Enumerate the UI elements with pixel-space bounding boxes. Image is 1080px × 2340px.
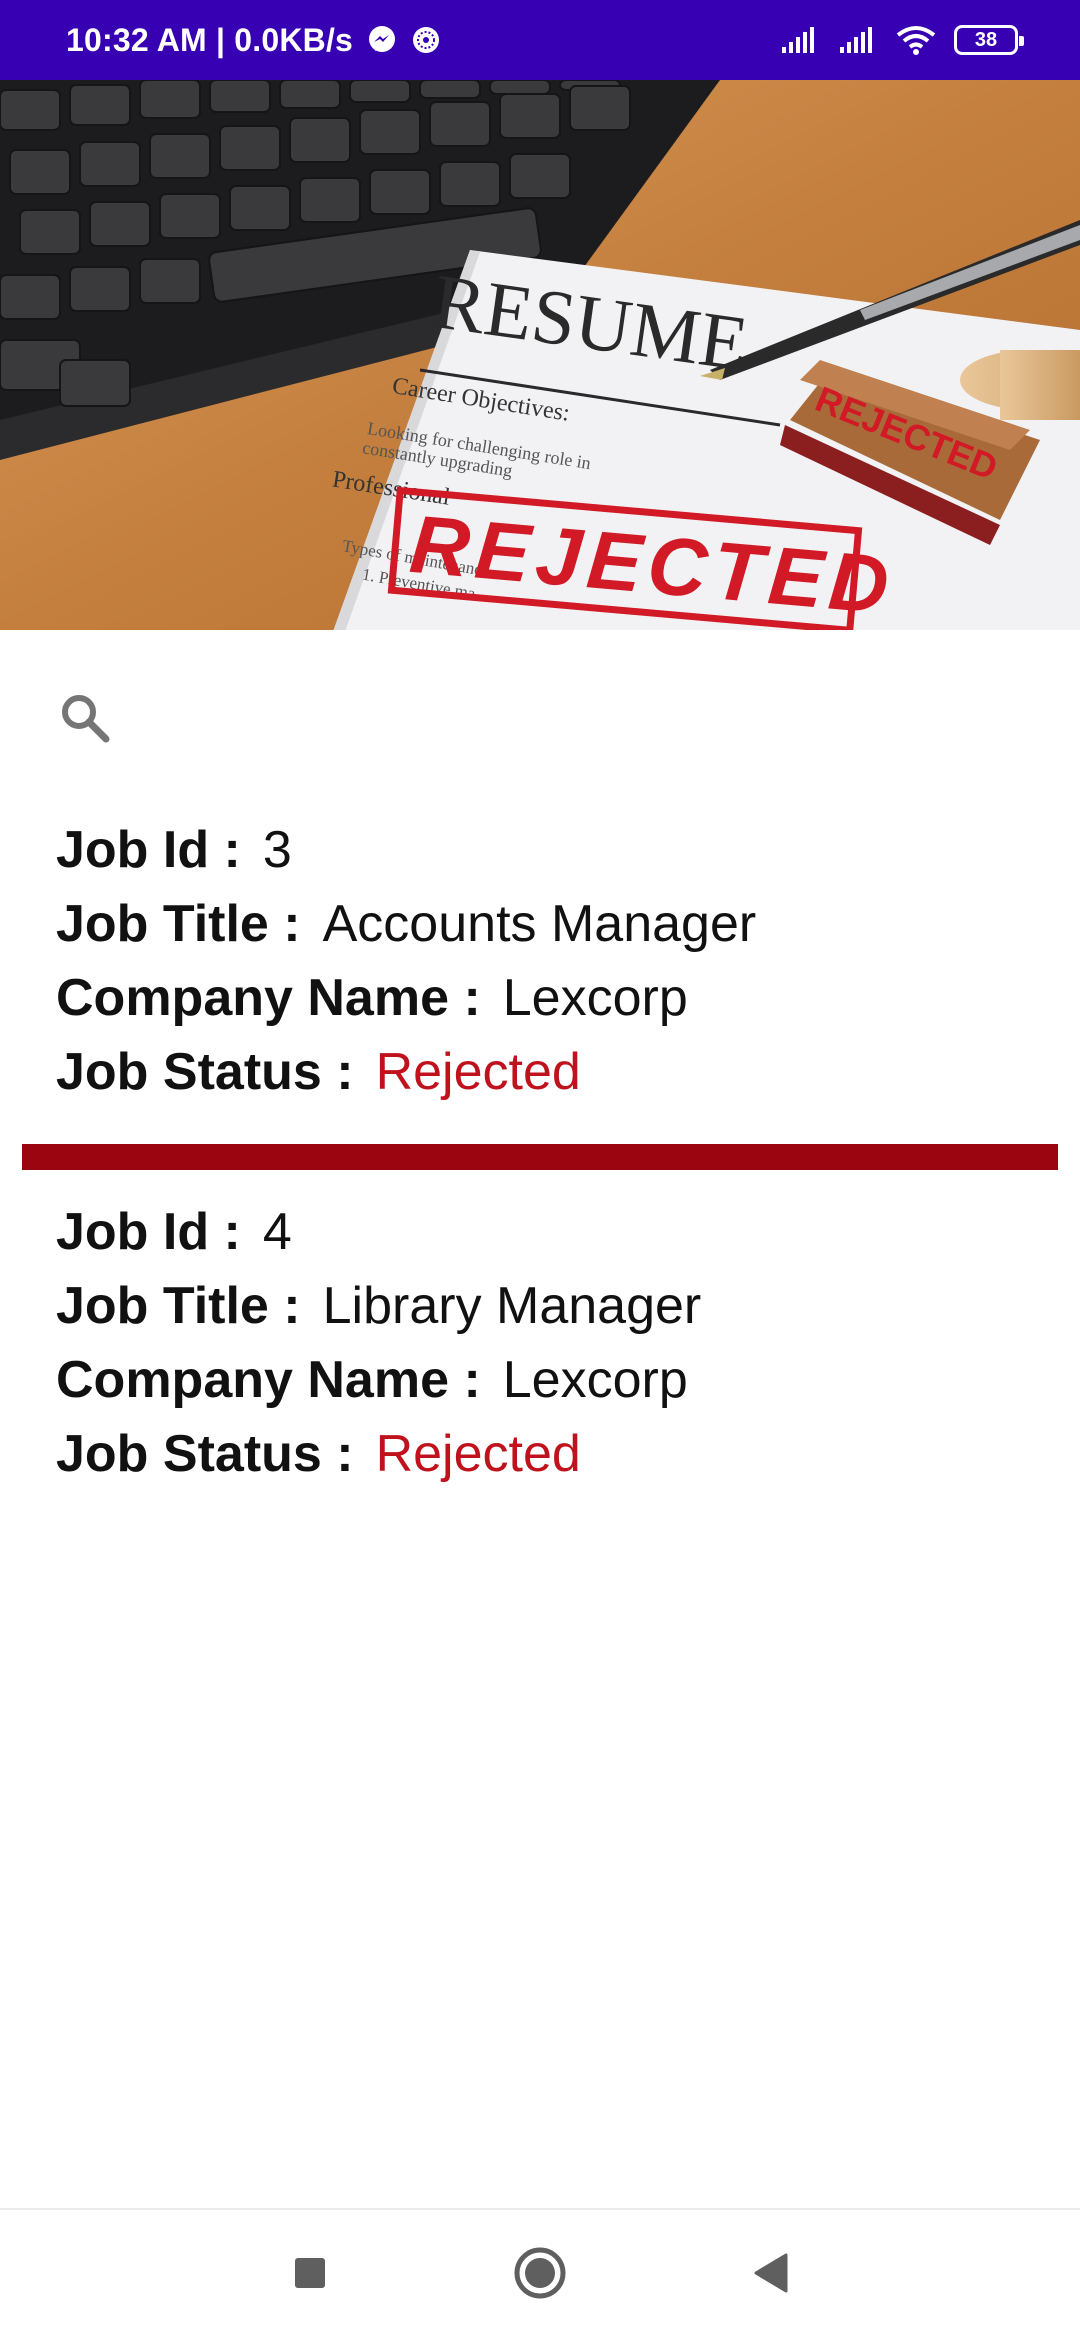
job-card[interactable]: Job Id : 3 Job Title : Accounts Manager … bbox=[22, 820, 1058, 1116]
recents-square-icon bbox=[292, 2255, 328, 2296]
job-id-value: 4 bbox=[262, 1203, 292, 1261]
battery-icon: 38 bbox=[954, 25, 1024, 55]
signal-icon bbox=[780, 25, 820, 55]
job-list: Job Id : 3 Job Title : Accounts Manager … bbox=[22, 820, 1058, 1498]
job-title-value: Library Manager bbox=[322, 1277, 702, 1335]
job-status-row: Job Status : Rejected bbox=[56, 1424, 1058, 1498]
status-time-speed: 10:32 AM | 0.0KB/s bbox=[66, 21, 354, 58]
job-id-label: Job Id : bbox=[56, 1203, 241, 1261]
search-icon[interactable] bbox=[58, 691, 112, 750]
job-status-label: Job Status : bbox=[56, 1425, 354, 1483]
job-id-row: Job Id : 3 bbox=[56, 820, 1058, 894]
job-separator bbox=[22, 1144, 1058, 1170]
company-name-label: Company Name : bbox=[56, 969, 481, 1027]
wifi-icon bbox=[896, 25, 936, 55]
status-bar: 10:32 AM | 0.0KB/s 38 bbox=[0, 0, 1080, 80]
job-title-label: Job Title : bbox=[56, 895, 301, 953]
job-title-row: Job Title : Library Manager bbox=[56, 1276, 1058, 1350]
vpn-icon bbox=[411, 25, 441, 55]
job-title-label: Job Title : bbox=[56, 1277, 301, 1335]
job-id-value: 3 bbox=[262, 821, 292, 879]
navigation-bar bbox=[0, 2208, 1080, 2340]
back-button[interactable] bbox=[655, 2251, 885, 2300]
job-id-label: Job Id : bbox=[56, 821, 241, 879]
battery-level: 38 bbox=[974, 28, 998, 51]
job-status-value: Rejected bbox=[375, 1425, 581, 1483]
company-name-value: Lexcorp bbox=[502, 969, 688, 1027]
company-name-value: Lexcorp bbox=[502, 1351, 688, 1409]
signal-icon bbox=[838, 25, 878, 55]
job-status-label: Job Status : bbox=[56, 1043, 354, 1101]
job-status-row: Job Status : Rejected bbox=[56, 1042, 1058, 1116]
status-right: 38 bbox=[780, 25, 1024, 55]
home-circle-icon bbox=[512, 2245, 568, 2306]
company-name-label: Company Name : bbox=[56, 1351, 481, 1409]
recents-button[interactable] bbox=[195, 2255, 425, 2296]
status-left: 10:32 AM | 0.0KB/s bbox=[66, 22, 441, 59]
job-id-row: Job Id : 4 bbox=[56, 1202, 1058, 1276]
job-title-value: Accounts Manager bbox=[322, 895, 757, 953]
search-bar[interactable] bbox=[0, 660, 1080, 780]
job-title-row: Job Title : Accounts Manager bbox=[56, 894, 1058, 968]
job-card[interactable]: Job Id : 4 Job Title : Library Manager C… bbox=[22, 1202, 1058, 1498]
header-image: RESUME Career Objectives: Looking for ch… bbox=[0, 80, 1080, 630]
home-button[interactable] bbox=[425, 2245, 655, 2306]
job-status-value: Rejected bbox=[375, 1043, 581, 1101]
back-triangle-icon bbox=[750, 2251, 790, 2300]
company-name-row: Company Name : Lexcorp bbox=[56, 968, 1058, 1042]
company-name-row: Company Name : Lexcorp bbox=[56, 1350, 1058, 1424]
messenger-icon bbox=[367, 25, 397, 55]
